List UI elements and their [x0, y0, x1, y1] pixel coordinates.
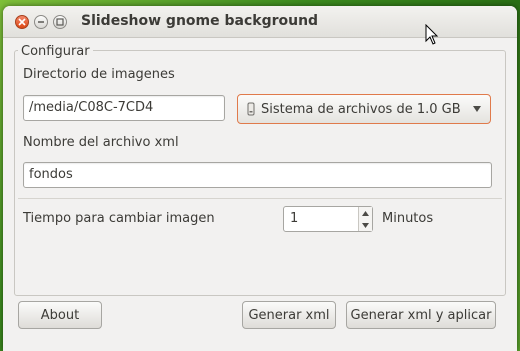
window-title: Slideshow gnome background — [81, 13, 319, 29]
generate-apply-button[interactable]: Generar xml y aplicar — [346, 301, 496, 329]
directory-label: Directorio de imagenes — [23, 67, 175, 82]
divider — [18, 198, 502, 199]
config-frame-label: Configurar — [18, 44, 93, 59]
decrement-button[interactable] — [359, 219, 372, 231]
filesystem-select[interactable]: Sistema de archivos de 1.0 GB — [237, 94, 491, 124]
interval-value: 1 — [290, 211, 299, 226]
interval-unit-label: Minutos — [382, 211, 434, 226]
chevron-down-icon — [473, 106, 481, 112]
drive-icon — [247, 102, 255, 116]
xml-name-label: Nombre del archivo xml — [23, 135, 179, 150]
arrow-up-icon — [362, 210, 369, 216]
title-bar[interactable]: Slideshow gnome background — [3, 6, 517, 38]
app-window: Slideshow gnome background Configurar Di… — [3, 6, 517, 351]
increment-button[interactable] — [359, 207, 372, 219]
minimize-icon — [38, 21, 44, 23]
filesystem-select-value: Sistema de archivos de 1.0 GB — [261, 101, 461, 117]
xml-name-field[interactable]: fondos — [23, 162, 492, 188]
interval-label: Tiempo para cambiar imagen — [23, 211, 215, 226]
minimize-window-button[interactable] — [34, 15, 48, 29]
arrow-down-icon — [362, 222, 369, 228]
interval-spinbox[interactable]: 1 — [283, 206, 373, 232]
close-window-button[interactable] — [15, 15, 29, 29]
close-icon — [18, 18, 26, 26]
generate-xml-button[interactable]: Generar xml — [242, 301, 336, 329]
maximize-window-button[interactable] — [53, 15, 67, 29]
maximize-icon — [56, 18, 64, 26]
directory-field[interactable]: /media/C08C-7CD4 — [23, 95, 225, 121]
about-button[interactable]: About — [18, 301, 102, 329]
mouse-pointer-icon — [425, 24, 439, 45]
